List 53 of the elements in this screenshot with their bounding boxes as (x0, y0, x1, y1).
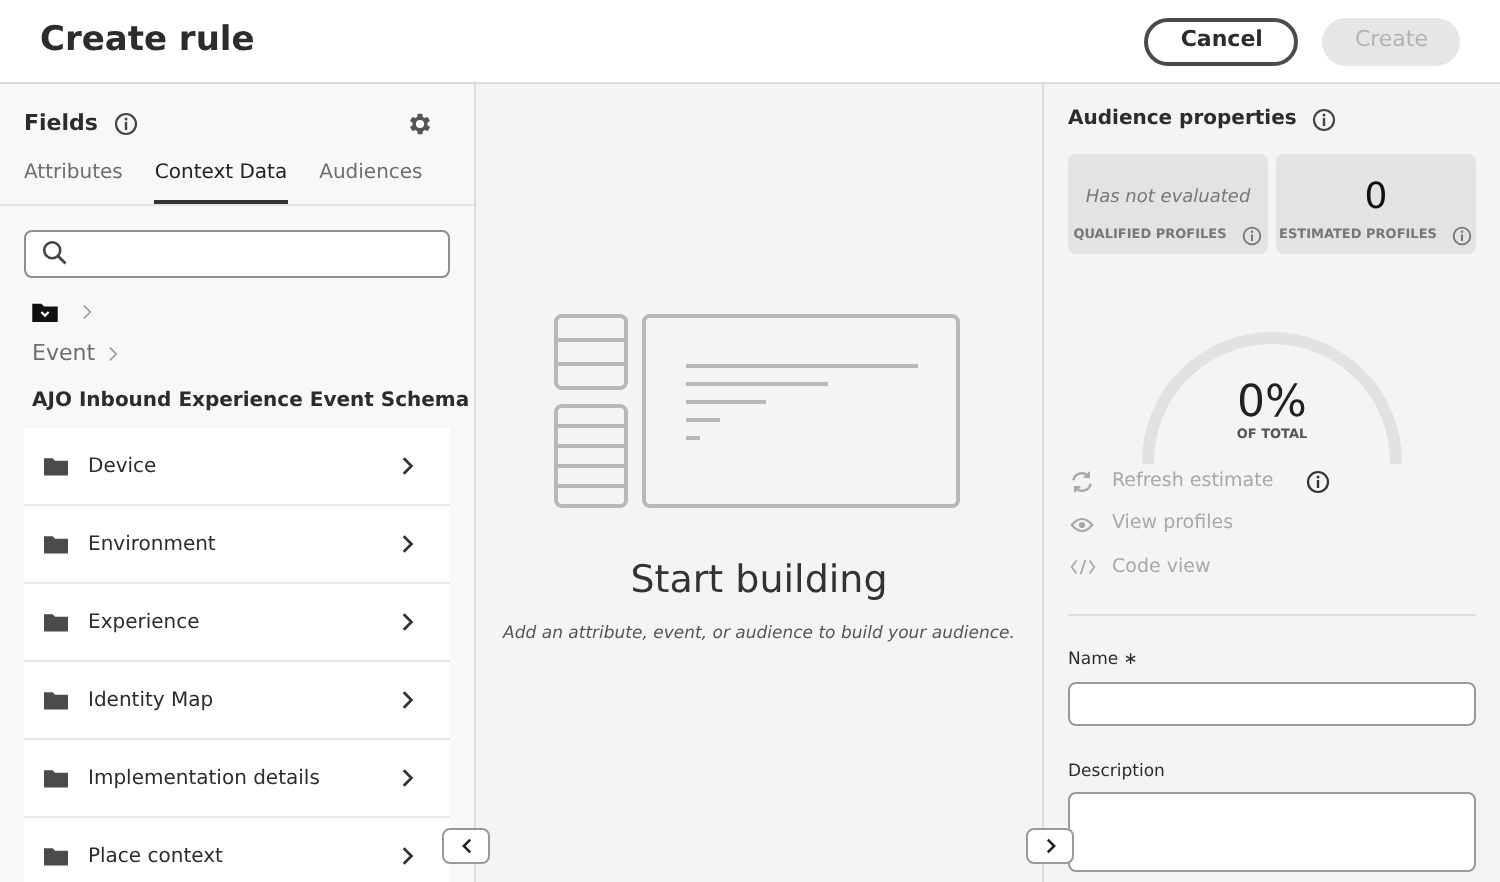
panel-title: Fields (24, 108, 98, 140)
chevron-icon (402, 768, 414, 788)
folder-icon (44, 690, 68, 710)
folder-icon (44, 612, 68, 632)
chevron-icon (402, 534, 414, 554)
field-list-item[interactable]: Identity Map (24, 662, 450, 740)
field-label: Description (1068, 759, 1167, 785)
window-title: Create rule (40, 17, 257, 64)
schema-title: AJO Inbound Experience Event Schema (30, 388, 472, 416)
field-label: Name ∗ (1068, 647, 1140, 673)
search-field[interactable] (24, 229, 450, 277)
chevron-icon (1045, 838, 1055, 854)
eye-icon (1068, 515, 1096, 534)
stat-value: 0 (1364, 174, 1388, 222)
canvas-title: Start building (630, 556, 888, 606)
field-list-item[interactable]: Device (24, 428, 450, 506)
folder-icon (44, 768, 68, 788)
chevron-icon (402, 690, 414, 710)
refresh-icon (1068, 470, 1096, 495)
collapse-button[interactable] (442, 828, 490, 864)
expand-button[interactable] (1026, 828, 1074, 864)
chevron-icon (402, 456, 414, 476)
cancel-button[interactable]: Cancel (1144, 17, 1299, 65)
search-icon (42, 240, 68, 266)
tab[interactable]: Context Data (154, 157, 288, 203)
stat-value: Has not evaluated (1085, 186, 1251, 212)
field-list-item[interactable]: Implementation details (24, 740, 450, 818)
info-icon (113, 112, 138, 137)
gauge-value: 0% (1237, 382, 1307, 426)
description-field[interactable] (1068, 792, 1476, 873)
breadcrumb-link[interactable]: Event (32, 337, 96, 370)
code-icon (1068, 558, 1096, 577)
info-icon (1312, 107, 1337, 131)
chevron-icon (82, 303, 92, 319)
settings-icon[interactable] (406, 110, 434, 139)
folder-icon (44, 534, 68, 554)
field-list-item[interactable]: Experience (24, 584, 450, 662)
chevron-icon (402, 846, 414, 866)
tab[interactable]: Attributes (24, 157, 123, 203)
chevron-icon (402, 612, 414, 632)
chevron-icon (461, 838, 471, 854)
folder-icon (44, 846, 68, 866)
tab[interactable]: Audiences (319, 157, 423, 203)
field-list-item[interactable]: Environment (24, 506, 450, 584)
canvas-subtitle: Add an attribute, event, or audience to build your audience. (503, 621, 1015, 647)
info-icon (1452, 226, 1473, 246)
chevron-icon (107, 345, 118, 362)
folder-icon (44, 456, 68, 476)
panel-title: Audience properties (1068, 106, 1297, 134)
info-icon (1242, 226, 1263, 246)
field-list-item[interactable]: Place context (24, 818, 450, 882)
name-field[interactable] (1068, 681, 1476, 725)
folder-icon[interactable] (32, 301, 58, 321)
